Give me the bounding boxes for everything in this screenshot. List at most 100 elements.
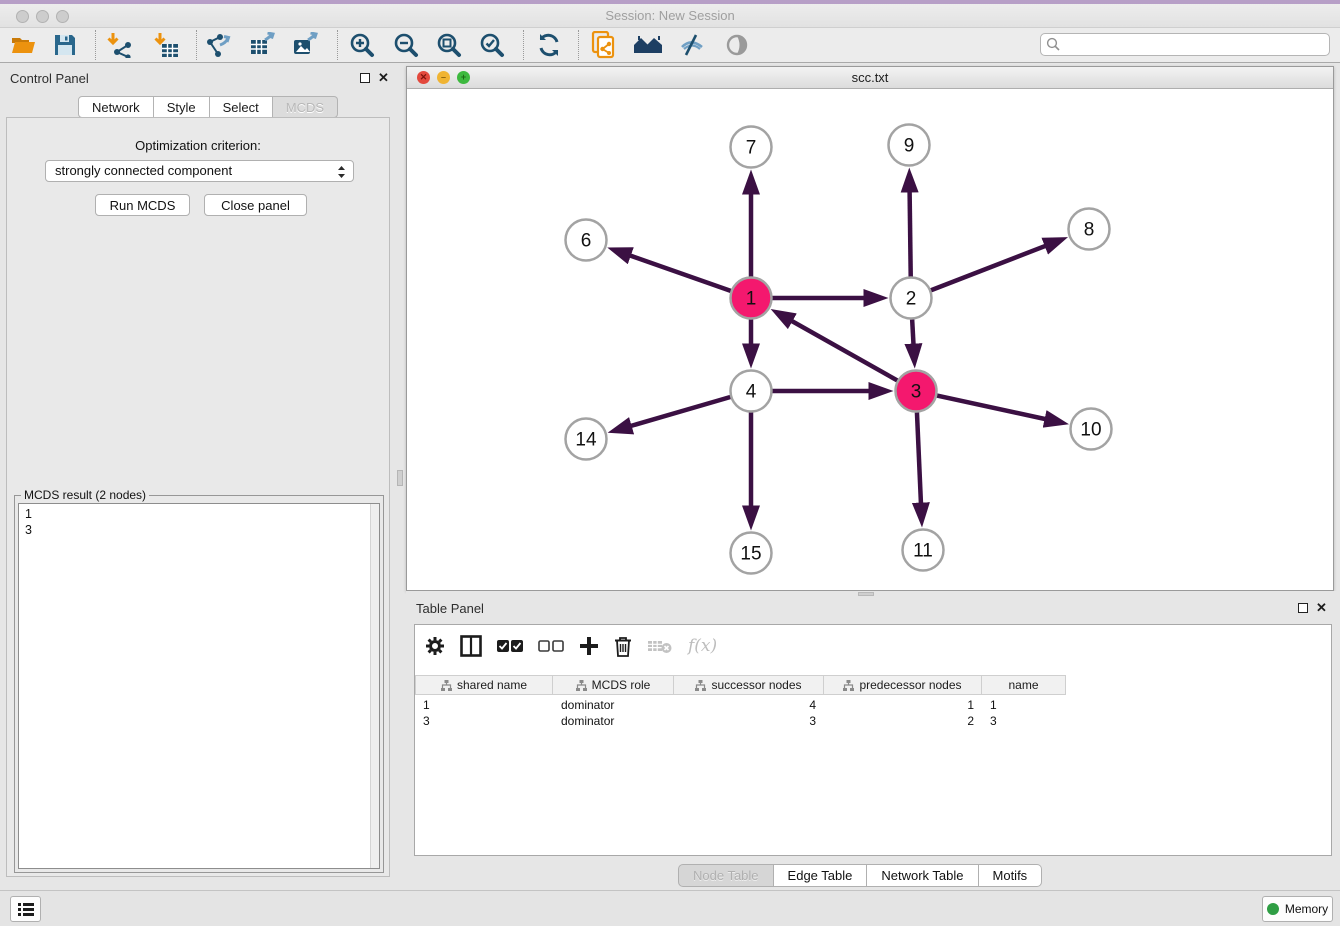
- column-header-predecessor-nodes[interactable]: predecessor nodes: [824, 675, 982, 695]
- network-minimize-button[interactable]: –: [437, 71, 450, 84]
- control-panel-float-icon[interactable]: [360, 73, 370, 83]
- zoom-in-icon[interactable]: [345, 30, 379, 60]
- app-window-title: Session: New Session: [0, 4, 1340, 28]
- select-all-columns-icon[interactable]: [497, 633, 523, 659]
- tab-select[interactable]: Select: [210, 96, 273, 118]
- export-image-icon[interactable]: [289, 30, 323, 60]
- graph-node-label-10: 10: [1080, 420, 1101, 441]
- column-settings-icon[interactable]: [425, 633, 445, 659]
- task-history-button[interactable]: [10, 896, 41, 922]
- optimization-criterion-label: Optimization criterion:: [7, 138, 389, 153]
- show-all-icon[interactable]: [720, 30, 754, 60]
- graph-edge-3-11[interactable]: [917, 412, 922, 520]
- result-scrollbar[interactable]: [370, 504, 379, 868]
- split-panel-icon[interactable]: [460, 633, 482, 659]
- import-network-icon[interactable]: [102, 30, 136, 60]
- list-icon: [18, 902, 34, 916]
- add-column-icon[interactable]: [579, 633, 599, 659]
- close-panel-button[interactable]: Close panel: [204, 194, 307, 216]
- memory-label: Memory: [1285, 902, 1328, 916]
- run-mcds-button[interactable]: Run MCDS: [95, 194, 190, 216]
- column-header-shared-name[interactable]: shared name: [415, 675, 553, 695]
- save-session-icon[interactable]: [48, 30, 82, 60]
- splitter-grip[interactable]: [397, 470, 403, 486]
- apply-preferred-layout-icon[interactable]: [532, 30, 566, 60]
- control-panel-close-icon[interactable]: ✕: [378, 70, 389, 86]
- app-close-button[interactable]: [16, 10, 29, 23]
- tab-mcds[interactable]: MCDS: [273, 96, 338, 118]
- graph-edge-2-9[interactable]: [909, 174, 910, 276]
- column-header-name[interactable]: name: [982, 675, 1066, 695]
- table-panel-close-icon[interactable]: ✕: [1316, 600, 1327, 616]
- network-canvas[interactable]: 7968124314101511: [407, 89, 1333, 590]
- import-table-icon[interactable]: [149, 30, 183, 60]
- cell-mcds-role[interactable]: dominator: [553, 697, 674, 713]
- table-row[interactable]: 1 dominator 4 1 1: [415, 697, 1066, 713]
- column-header-mcds-role[interactable]: MCDS role: [553, 675, 674, 695]
- graph-node-label-11: 11: [913, 541, 933, 562]
- tab-motifs[interactable]: Motifs: [979, 864, 1043, 887]
- cell-predecessor-nodes[interactable]: 1: [824, 697, 982, 713]
- select-stepper-icon: [336, 163, 347, 187]
- hide-selection-icon[interactable]: [675, 30, 709, 60]
- search-icon: [1046, 37, 1061, 52]
- graph-node-label-4: 4: [746, 382, 757, 403]
- criterion-select[interactable]: strongly connected component: [45, 160, 354, 182]
- table-panel-float-icon[interactable]: [1298, 603, 1308, 613]
- graph-edge-3-1[interactable]: [777, 312, 898, 380]
- cell-successor-nodes[interactable]: 4: [674, 697, 824, 713]
- graph-node-label-2: 2: [906, 289, 917, 310]
- zoom-selected-icon[interactable]: [475, 30, 509, 60]
- network-maximize-button[interactable]: +: [457, 71, 470, 84]
- graph-node-label-1: 1: [746, 289, 757, 310]
- cell-name[interactable]: 1: [982, 697, 1066, 713]
- control-panel-tabs: Network Style Select MCDS: [78, 96, 338, 118]
- graph-edge-3-10[interactable]: [937, 396, 1062, 423]
- graph-edge-1-6[interactable]: [614, 250, 731, 291]
- network-graph: 7968124314101511: [407, 89, 1333, 590]
- network-window-title: scc.txt: [407, 67, 1333, 89]
- result-line: 3: [25, 522, 379, 538]
- graph-edge-4-14[interactable]: [614, 397, 730, 431]
- graph-edge-2-3[interactable]: [912, 319, 914, 361]
- network-close-button[interactable]: ✕: [417, 71, 430, 84]
- cell-predecessor-nodes[interactable]: 2: [824, 713, 982, 729]
- app-maximize-button[interactable]: [56, 10, 69, 23]
- new-network-from-selection-icon[interactable]: [587, 30, 621, 60]
- export-network-icon[interactable]: [202, 30, 236, 60]
- memory-button[interactable]: Memory: [1262, 896, 1333, 922]
- search-input[interactable]: [1061, 34, 1329, 55]
- app-minimize-button[interactable]: [36, 10, 49, 23]
- cell-name[interactable]: 3: [982, 713, 1066, 729]
- unselect-all-columns-icon[interactable]: [538, 633, 564, 659]
- network-window-titlebar[interactable]: ✕ – + scc.txt: [407, 67, 1333, 89]
- delete-table-icon[interactable]: [647, 633, 673, 659]
- open-session-icon[interactable]: [6, 30, 40, 60]
- zoom-out-icon[interactable]: [389, 30, 423, 60]
- table-row[interactable]: 3 dominator 3 2 3: [415, 713, 1066, 729]
- tab-style[interactable]: Style: [154, 96, 210, 118]
- export-table-icon[interactable]: [246, 30, 280, 60]
- tab-node-table[interactable]: Node Table: [678, 864, 774, 887]
- mcds-result-text[interactable]: 1 3: [18, 503, 380, 869]
- delete-column-icon[interactable]: [614, 633, 632, 659]
- cell-shared-name[interactable]: 1: [415, 697, 553, 713]
- mcds-panel: Optimization criterion: strongly connect…: [6, 117, 390, 877]
- tab-edge-table[interactable]: Edge Table: [774, 864, 868, 887]
- zoom-fit-icon[interactable]: [432, 30, 466, 60]
- graph-edge-2-8[interactable]: [931, 240, 1061, 291]
- tab-network[interactable]: Network: [78, 96, 154, 118]
- tab-network-table[interactable]: Network Table: [867, 864, 978, 887]
- cell-successor-nodes[interactable]: 3: [674, 713, 824, 729]
- node-table-container: f(x) shared name MCDS role successor nod…: [414, 624, 1332, 856]
- graph-node-label-6: 6: [581, 231, 592, 252]
- column-header-successor-nodes[interactable]: successor nodes: [674, 675, 824, 695]
- search-box: [1040, 33, 1330, 56]
- cell-shared-name[interactable]: 3: [415, 713, 553, 729]
- attribute-icon: [576, 680, 587, 691]
- cell-mcds-role[interactable]: dominator: [553, 713, 674, 729]
- control-panel-header: Control Panel ✕: [0, 66, 395, 92]
- function-builder-icon[interactable]: f(x): [688, 633, 717, 659]
- vertical-splitter[interactable]: [395, 66, 406, 884]
- first-neighbors-icon[interactable]: [631, 30, 665, 60]
